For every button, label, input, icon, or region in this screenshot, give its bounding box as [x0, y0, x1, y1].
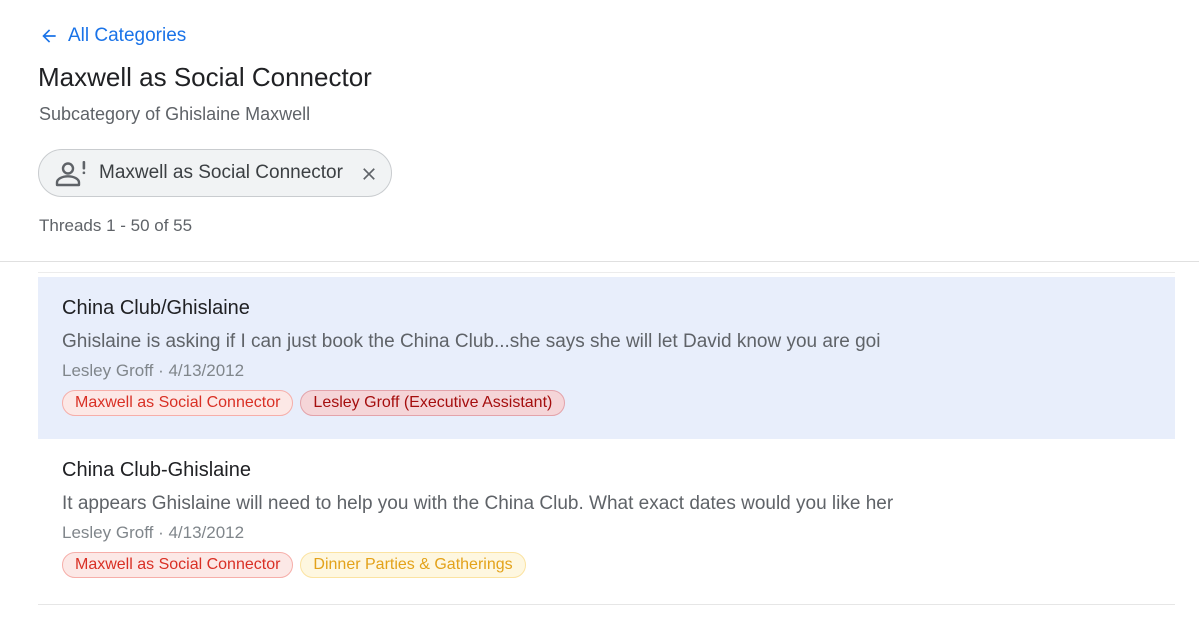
thread-tags: Maxwell as Social Connector Dinner Parti…	[62, 552, 526, 578]
person-alert-icon	[55, 161, 86, 187]
back-link-label[interactable]: All Categories	[68, 25, 186, 47]
thread-tags: Maxwell as Social Connector Lesley Groff…	[62, 390, 566, 416]
tag-maxwell-social-connector[interactable]: Maxwell as Social Connector	[62, 552, 294, 578]
thread-title[interactable]: China Club/Ghislaine	[62, 297, 250, 320]
tag-dinner-parties-gatherings[interactable]: Dinner Parties & Gatherings	[300, 552, 526, 578]
divider	[38, 272, 1175, 273]
thread-snippet: Ghislaine is asking if I can just book t…	[62, 331, 881, 352]
thread-list: China Club/Ghislaine Ghislaine is asking…	[38, 277, 1175, 605]
tag-maxwell-social-connector[interactable]: Maxwell as Social Connector	[62, 390, 294, 416]
page-title: Maxwell as Social Connector	[38, 62, 372, 92]
tag-lesley-groff[interactable]: Lesley Groff (Executive Assistant)	[300, 390, 566, 416]
page-subtitle: Subcategory of Ghislaine Maxwell	[39, 104, 311, 124]
arrow-left-icon	[42, 29, 56, 43]
thread-row[interactable]: China Club-Ghislaine It appears Ghislain…	[38, 439, 1175, 605]
thread-title[interactable]: China Club-Ghislaine	[62, 459, 251, 482]
category-page: All Categories Maxwell as Social Connect…	[0, 0, 1199, 618]
all-categories-link[interactable]: All Categories	[39, 23, 186, 49]
category-filter-chip[interactable]: Maxwell as Social Connector	[38, 149, 392, 197]
thread-row[interactable]: China Club/Ghislaine Ghislaine is asking…	[38, 277, 1175, 439]
thread-meta: Lesley Groff · 4/13/2012	[62, 523, 245, 542]
filter-chip-label: Maxwell as Social Connector	[99, 162, 343, 183]
close-icon[interactable]	[359, 164, 379, 184]
thread-snippet: It appears Ghislaine will need to help y…	[62, 493, 894, 514]
thread-count: Threads 1 - 50 of 55	[39, 216, 193, 235]
divider	[0, 261, 1199, 262]
thread-meta: Lesley Groff · 4/13/2012	[62, 361, 245, 380]
